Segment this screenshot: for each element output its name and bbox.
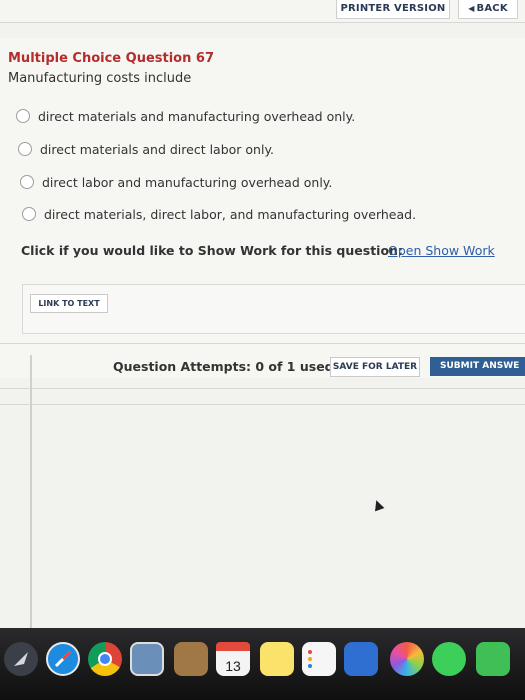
preview-icon[interactable] bbox=[130, 642, 164, 676]
submit-answer-button[interactable]: SUBMIT ANSWE bbox=[430, 357, 525, 376]
open-show-work-link[interactable]: Open Show Work bbox=[388, 243, 495, 258]
divider bbox=[0, 404, 525, 405]
radio-button[interactable] bbox=[16, 109, 30, 123]
browser-viewport: PRINTER VERSION ◀ BACK Multiple Choice Qu… bbox=[0, 0, 525, 628]
back-label: BACK bbox=[476, 3, 508, 14]
radio-button[interactable] bbox=[20, 175, 34, 189]
mouse-cursor-icon bbox=[371, 498, 385, 512]
link-to-text-button[interactable]: LINK TO TEXT bbox=[30, 294, 108, 313]
option-label: direct labor and manufacturing overhead … bbox=[42, 175, 333, 190]
radio-button[interactable] bbox=[18, 142, 32, 156]
messages-icon[interactable] bbox=[432, 642, 466, 676]
divider bbox=[0, 343, 525, 344]
option-label: direct materials and manufacturing overh… bbox=[38, 109, 356, 124]
link-to-text-panel: LINK TO TEXT bbox=[22, 284, 525, 334]
option-label: direct materials, direct labor, and manu… bbox=[44, 207, 417, 222]
show-work-prompt: Click if you would like to Show Work for… bbox=[21, 243, 403, 258]
radio-button[interactable] bbox=[22, 207, 36, 221]
reminders-icon[interactable] bbox=[302, 642, 336, 676]
calendar-icon[interactable]: 13 bbox=[216, 642, 250, 676]
divider bbox=[0, 388, 525, 389]
chrome-icon[interactable] bbox=[88, 642, 122, 676]
facetime-icon[interactable] bbox=[476, 642, 510, 676]
launchpad-icon[interactable] bbox=[4, 642, 38, 676]
top-toolbar: PRINTER VERSION ◀ BACK bbox=[0, 0, 525, 23]
question-panel: Multiple Choice Question 67 Manufacturin… bbox=[0, 38, 525, 378]
photos-icon[interactable] bbox=[390, 642, 424, 676]
notes-icon[interactable] bbox=[260, 642, 294, 676]
safari-icon[interactable] bbox=[46, 642, 80, 676]
macos-dock: 13 bbox=[0, 628, 525, 700]
option-label: direct materials and direct labor only. bbox=[40, 142, 275, 157]
question-attempts: Question Attempts: 0 of 1 used bbox=[113, 359, 334, 374]
printer-version-button[interactable]: PRINTER VERSION bbox=[336, 0, 450, 19]
calendar-header bbox=[216, 642, 250, 651]
calendar-day: 13 bbox=[225, 658, 241, 674]
save-for-later-button[interactable]: SAVE FOR LATER bbox=[330, 357, 420, 377]
chevron-left-icon: ◀ bbox=[468, 4, 475, 13]
question-prompt: Manufacturing costs include bbox=[8, 71, 192, 86]
notebook-icon[interactable] bbox=[174, 642, 208, 676]
question-title: Multiple Choice Question 67 bbox=[8, 51, 214, 66]
keynote-icon[interactable] bbox=[344, 642, 378, 676]
back-button[interactable]: ◀ BACK bbox=[458, 0, 518, 19]
page-edge bbox=[30, 355, 32, 628]
